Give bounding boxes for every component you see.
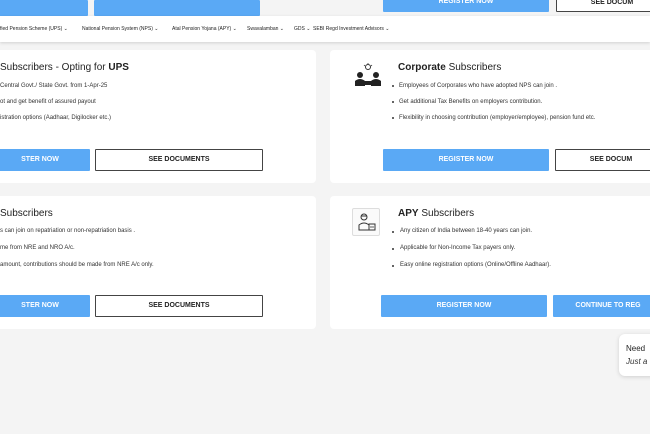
top-register-button-left[interactable] bbox=[0, 0, 88, 16]
bullet-icon bbox=[392, 117, 394, 119]
bullet-icon bbox=[392, 265, 394, 267]
card-line: Flexibility in choosing contribution (em… bbox=[399, 115, 596, 121]
card-title: APY Subscribers bbox=[398, 208, 475, 219]
bullet-icon bbox=[392, 248, 394, 250]
corporate-subscribers-card: Corporate Subscribers Employees of Corpo… bbox=[330, 50, 650, 183]
top-see-documents-button-right[interactable]: SEE DOCUM bbox=[556, 0, 650, 12]
card-line: s can join on repatriation or non-repatr… bbox=[0, 228, 136, 234]
help-widget-title: Need bbox=[626, 344, 646, 353]
nri-subscribers-card: Subscribers s can join on repatriation o… bbox=[0, 196, 316, 329]
main-nav: fied Pension Scheme (UPS) ⌄ National Pen… bbox=[0, 16, 650, 42]
bullet-icon bbox=[392, 231, 394, 233]
nav-item-ups[interactable]: fied Pension Scheme (UPS) ⌄ bbox=[0, 26, 68, 32]
card-line: Easy online registration options (Online… bbox=[400, 262, 551, 268]
nav-item-gds[interactable]: GDS ⌄ bbox=[294, 26, 310, 32]
card-line: Applicable for Non-Income Tax payers onl… bbox=[400, 245, 516, 251]
top-register-button-right[interactable]: REGISTER NOW bbox=[383, 0, 549, 12]
nav-item-apy[interactable]: Atal Pension Yojana (APY) ⌄ bbox=[172, 26, 237, 32]
help-chat-widget[interactable]: Need Just a bbox=[619, 334, 650, 376]
ups-register-button[interactable]: STER NOW bbox=[0, 149, 90, 171]
card-title: Subscribers bbox=[0, 208, 53, 219]
card-line: Central Govt./ State Govt. from 1-Apr-25 bbox=[0, 83, 108, 89]
card-title: Corporate Subscribers bbox=[398, 62, 502, 73]
top-register-button-mid[interactable] bbox=[94, 0, 260, 16]
card-line: Any citizen of India between 18-40 years… bbox=[400, 228, 533, 234]
card-line: Get additional Tax Benefits on employers… bbox=[399, 99, 543, 105]
nri-see-documents-button[interactable]: SEE DOCUMENTS bbox=[95, 295, 263, 317]
apy-person-icon bbox=[352, 208, 380, 236]
ups-subscribers-card: Subscribers - Opting for UPS Central Gov… bbox=[0, 50, 316, 183]
corporate-see-documents-button[interactable]: SEE DOCUM bbox=[555, 149, 650, 171]
nri-register-button[interactable]: STER NOW bbox=[0, 295, 90, 317]
card-line: me from NRE and NRO A/c. bbox=[0, 245, 75, 251]
card-title: Subscribers - Opting for UPS bbox=[0, 62, 129, 73]
apy-subscribers-card: APY Subscribers Any citizen of India bet… bbox=[330, 196, 650, 329]
card-line: amount, contributions should be made fro… bbox=[0, 262, 154, 268]
help-widget-subtitle: Just a bbox=[626, 357, 648, 366]
apy-register-button[interactable]: REGISTER NOW bbox=[381, 295, 547, 317]
bullet-icon bbox=[392, 85, 394, 87]
corporate-meeting-icon bbox=[354, 63, 382, 92]
card-line: Employees of Corporates who have adopted… bbox=[399, 83, 558, 89]
apy-continue-registration-button[interactable]: CONTINUE TO REG bbox=[553, 295, 650, 317]
nav-item-nps[interactable]: National Pension System (NPS) ⌄ bbox=[82, 26, 158, 32]
card-line: istration options (Aadhaar, Digilocker e… bbox=[0, 115, 112, 121]
nav-item-swavalamban[interactable]: Swavalamban ⌄ bbox=[247, 26, 284, 32]
card-line: ot and get benefit of assured payout bbox=[0, 99, 96, 105]
ups-see-documents-button[interactable]: SEE DOCUMENTS bbox=[95, 149, 263, 171]
corporate-register-button[interactable]: REGISTER NOW bbox=[383, 149, 549, 171]
bullet-icon bbox=[392, 101, 394, 103]
nav-item-sebi[interactable]: SEBI Regd Investment Advisors ⌄ bbox=[313, 26, 389, 32]
